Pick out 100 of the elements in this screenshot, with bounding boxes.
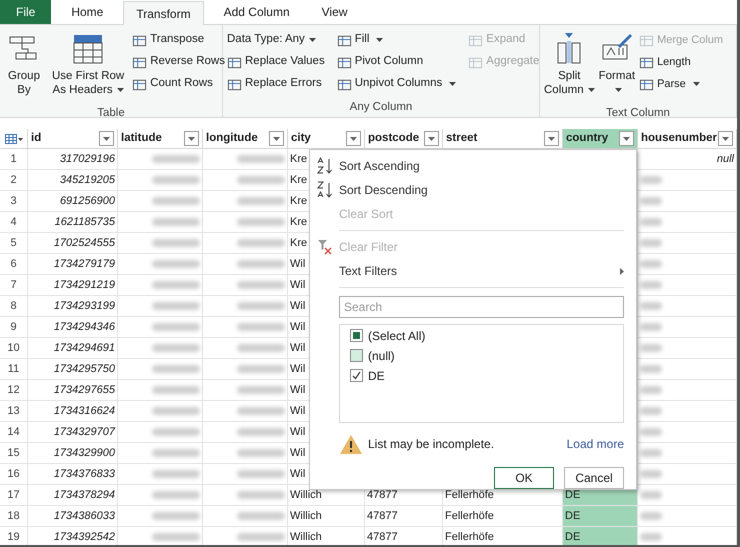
sort-descending-icon — [316, 181, 332, 199]
dialog-button[interactable]: OK — [494, 467, 554, 489]
ribbon-button[interactable]: Transpose — [132, 29, 225, 51]
blurred-value — [640, 449, 662, 457]
blurred-value — [640, 491, 662, 499]
table-cell-text: 1734295750 — [54, 362, 115, 377]
table-cell-text: DE — [565, 508, 580, 524]
filter-button[interactable] — [424, 131, 439, 146]
ribbon-tab[interactable]: Home — [59, 0, 116, 24]
table-cell-text: Kre — [290, 236, 308, 251]
table-cell-text: 47877 — [367, 530, 398, 545]
ribbon-tab[interactable]: View — [310, 0, 360, 24]
load-more-link[interactable]: Load more — [566, 435, 624, 454]
table-cell-text: 1734386033 — [54, 508, 115, 524]
row-number: 16 — [0, 464, 28, 484]
caret-icon — [103, 136, 110, 140]
row-number: 3 — [0, 191, 28, 211]
filter-button[interactable] — [544, 131, 559, 146]
group-label: Any Column — [350, 100, 412, 115]
table-cell-text: 1734376833 — [54, 466, 115, 482]
blurred-value — [640, 260, 662, 268]
menu-item[interactable]: Text Filters — [310, 259, 636, 283]
caret-icon — [350, 136, 357, 140]
ribbon-button[interactable]: Reverse Rows — [132, 51, 225, 73]
row-number: 14 — [0, 422, 28, 442]
ribbon-button[interactable]: Group By — [4, 29, 44, 105]
filter-button[interactable] — [718, 131, 733, 146]
caret-icon — [188, 136, 195, 140]
column-header[interactable]: country — [563, 129, 638, 148]
search-field[interactable]: Search — [339, 296, 624, 318]
table-header-icon — [72, 33, 104, 65]
blurred-value — [640, 281, 662, 289]
table-cell-text: Willich — [290, 508, 322, 524]
ribbon-button[interactable]: Length — [639, 51, 724, 73]
column-header[interactable]: street — [443, 129, 563, 148]
ribbon-button[interactable]: Format — [596, 29, 638, 105]
ribbon-tab[interactable]: Add Column — [212, 0, 302, 24]
dialog-button[interactable]: Cancel — [564, 467, 624, 489]
table-cell-text: Kre — [290, 152, 308, 167]
table-cell-text: Wil — [290, 466, 306, 482]
filter-button[interactable] — [269, 131, 284, 146]
blurred-value — [640, 302, 662, 310]
blurred-value — [640, 407, 662, 415]
table-cell-text: Willich — [290, 488, 322, 503]
ribbon-button[interactable]: Replace Values — [227, 51, 325, 73]
table-cell-text: 47877 — [367, 488, 398, 503]
clear-filter-icon — [316, 239, 332, 255]
filter-button[interactable] — [619, 131, 634, 146]
ribbon-button[interactable]: Use First Row As Headers — [48, 29, 128, 105]
value-label: (null) — [368, 348, 395, 365]
caret-icon — [273, 136, 280, 140]
filter-button[interactable] — [99, 131, 114, 146]
ribbon-button[interactable]: Replace Errors — [227, 73, 325, 95]
checkbox[interactable] — [350, 329, 363, 342]
blurred-value — [640, 428, 662, 436]
ribbon-button[interactable]: Fill — [336, 29, 456, 51]
table-cell-text: Wil — [290, 362, 306, 377]
ribbon-button[interactable]: Unpivot Columns — [336, 73, 456, 95]
filter-button[interactable] — [346, 131, 361, 146]
file-tab[interactable]: File — [0, 0, 52, 24]
row-number: 8 — [0, 296, 28, 316]
table-cell-text: 1734297655 — [54, 382, 115, 398]
table-cell-text: 1702524555 — [54, 236, 115, 251]
row-number: 6 — [0, 254, 28, 274]
table-cell-text: 1734294346 — [54, 320, 115, 335]
ribbon-tab[interactable]: Transform — [123, 1, 204, 25]
checkbox[interactable] — [350, 369, 363, 382]
group-label: Text Column — [606, 106, 670, 121]
column-header[interactable]: city — [288, 129, 365, 148]
table-menu-icon[interactable] — [4, 134, 22, 144]
data-type-dropdown[interactable]: Data Type: Any — [227, 29, 325, 51]
ribbon-button[interactable]: Split Column — [542, 29, 597, 105]
table-cell-text: Wil — [290, 424, 306, 440]
table-cell-text: 1734329707 — [54, 424, 115, 440]
null-value: null — [716, 152, 734, 167]
blurred-value — [640, 197, 662, 205]
row-number: 7 — [0, 275, 28, 295]
table-cell-text: 1734294691 — [54, 340, 115, 356]
table-cell-text: Fellerhöfe — [445, 488, 494, 503]
table-cell-text: 47877 — [367, 508, 398, 524]
ribbon-button[interactable]: Count Rows — [132, 73, 225, 95]
blurred-value — [640, 512, 662, 520]
blurred-value — [640, 176, 662, 184]
row-number: 1 — [0, 149, 28, 169]
menu-item[interactable]: Sort Ascending — [310, 154, 636, 178]
table-cell-text: 1734291219 — [54, 278, 115, 293]
table-cell-text: Wil — [290, 340, 306, 356]
menu-item[interactable]: Sort Descending — [310, 178, 636, 202]
row-number: 12 — [0, 380, 28, 400]
table-cell-text: 1734329900 — [54, 446, 115, 461]
table-cell-text: Fellerhöfe — [445, 530, 494, 545]
filter-button[interactable] — [184, 131, 199, 146]
row-number: 5 — [0, 233, 28, 253]
table-cell-text: Wil — [290, 382, 306, 398]
blurred-value — [640, 218, 662, 226]
ribbon-button[interactable]: Pivot Column — [336, 51, 456, 73]
table-cell-text: 1734316624 — [54, 404, 115, 419]
table-cell-text: Wil — [290, 278, 306, 293]
warning-text: List may be incomplete. — [368, 436, 496, 454]
ribbon-button[interactable]: Parse — [639, 73, 724, 95]
